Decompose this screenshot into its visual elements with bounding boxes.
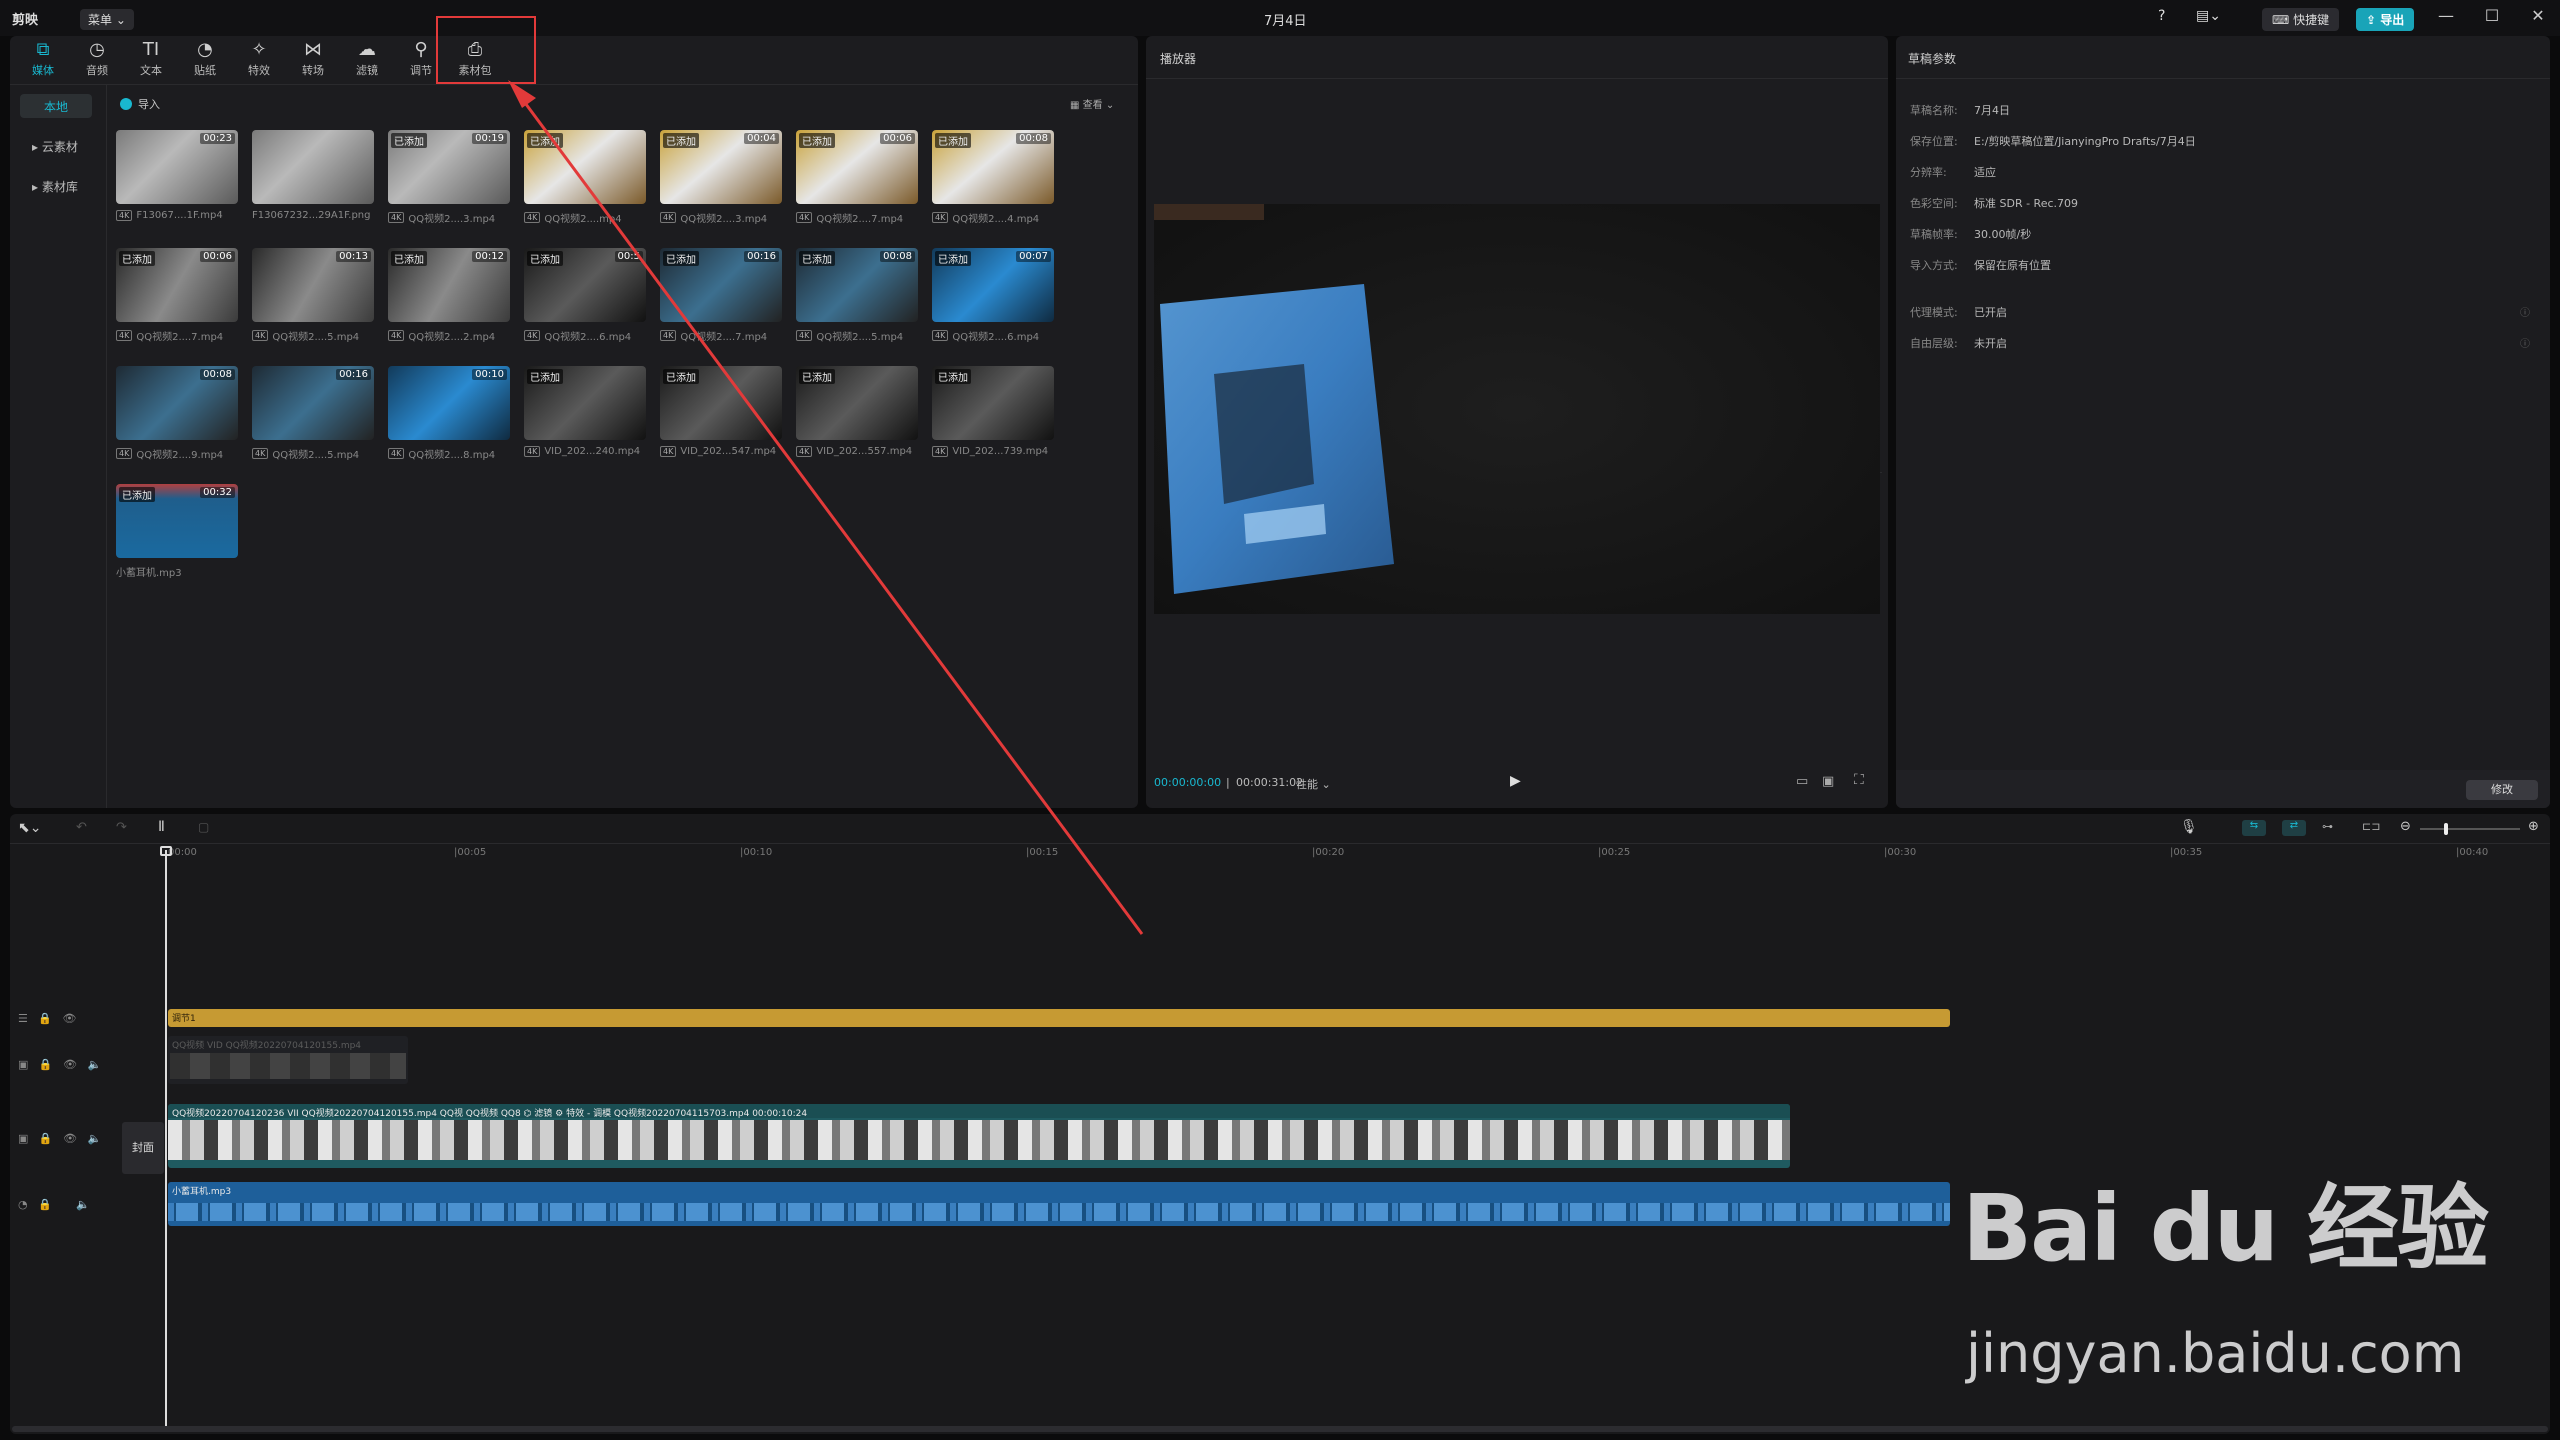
jianying-editor-window: 剪映 菜单 ⌄ 7月4日 ? ▤⌄ ⌨ 快捷键 ⇪ 导出 — ☐ ✕ ⧉ 媒体 ◷ 音…: [0, 0, 2560, 1440]
baidu-watermark-url: jingyan.baidu.com: [1966, 1322, 2465, 1385]
baidu-watermark-logo: Bai du 经验: [1962, 1175, 2489, 1282]
